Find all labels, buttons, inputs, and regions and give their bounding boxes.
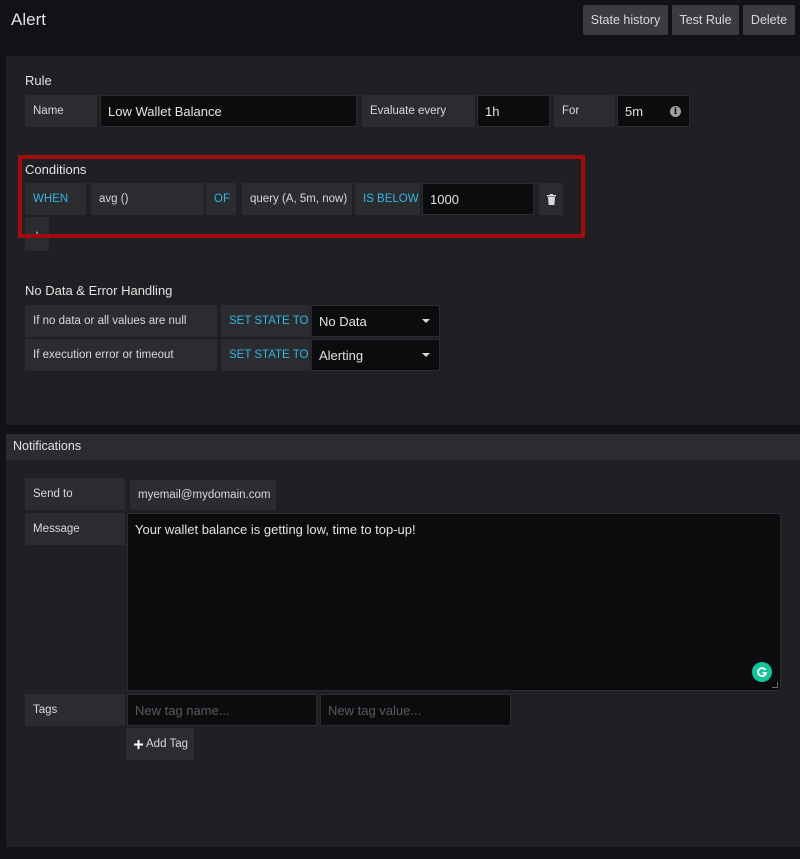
name-input[interactable]: Low Wallet Balance bbox=[100, 95, 357, 127]
chevron-down-icon bbox=[422, 353, 430, 357]
tag-name-input[interactable]: New tag name... bbox=[127, 694, 317, 726]
nodata-label: If no data or all values are null bbox=[25, 305, 217, 337]
error-state-value: Alerting bbox=[319, 347, 364, 363]
for-input[interactable]: 5m i bbox=[617, 95, 690, 127]
notifications-header bbox=[6, 434, 800, 460]
message-text: Your wallet balance is getting low, time… bbox=[135, 522, 416, 537]
send-to-recipient[interactable]: myemail@mydomain.com bbox=[130, 480, 276, 510]
chevron-down-icon bbox=[422, 319, 430, 323]
test-rule-button[interactable]: Test Rule bbox=[672, 5, 739, 35]
nodata-set-state-keyword: SET STATE TO bbox=[221, 305, 310, 337]
info-icon[interactable]: i bbox=[670, 106, 681, 117]
plus-icon bbox=[134, 739, 143, 749]
for-value: 5m bbox=[625, 103, 644, 119]
evaluate-every-input[interactable]: 1h bbox=[477, 95, 550, 127]
tag-value-input[interactable]: New tag value... bbox=[320, 694, 511, 726]
name-label: Name bbox=[25, 95, 97, 127]
tags-label: Tags bbox=[25, 694, 125, 726]
error-label: If execution error or timeout bbox=[25, 339, 217, 371]
add-tag-button[interactable]: Add Tag bbox=[126, 728, 194, 760]
delete-button[interactable]: Delete bbox=[743, 5, 795, 35]
evaluate-every-label: Evaluate every bbox=[362, 95, 475, 127]
message-textarea[interactable]: Your wallet balance is getting low, time… bbox=[127, 513, 781, 691]
nodata-heading: No Data & Error Handling bbox=[25, 283, 173, 298]
for-label: For bbox=[554, 95, 615, 127]
error-state-select[interactable]: Alerting bbox=[311, 339, 440, 371]
page-title: Alert bbox=[11, 10, 46, 29]
error-set-state-keyword: SET STATE TO bbox=[221, 339, 310, 371]
conditions-highlight bbox=[18, 155, 585, 238]
resize-handle[interactable] bbox=[772, 682, 778, 688]
nodata-state-value: No Data bbox=[319, 313, 367, 329]
rule-heading: Rule bbox=[25, 73, 52, 88]
add-tag-label: Add Tag bbox=[146, 738, 188, 750]
notifications-heading: Notifications bbox=[13, 439, 82, 453]
send-to-label: Send to bbox=[25, 478, 125, 510]
message-label: Message bbox=[25, 513, 125, 545]
nodata-state-select[interactable]: No Data bbox=[311, 305, 440, 337]
state-history-button[interactable]: State history bbox=[583, 5, 668, 35]
grammarly-icon[interactable] bbox=[752, 662, 772, 682]
